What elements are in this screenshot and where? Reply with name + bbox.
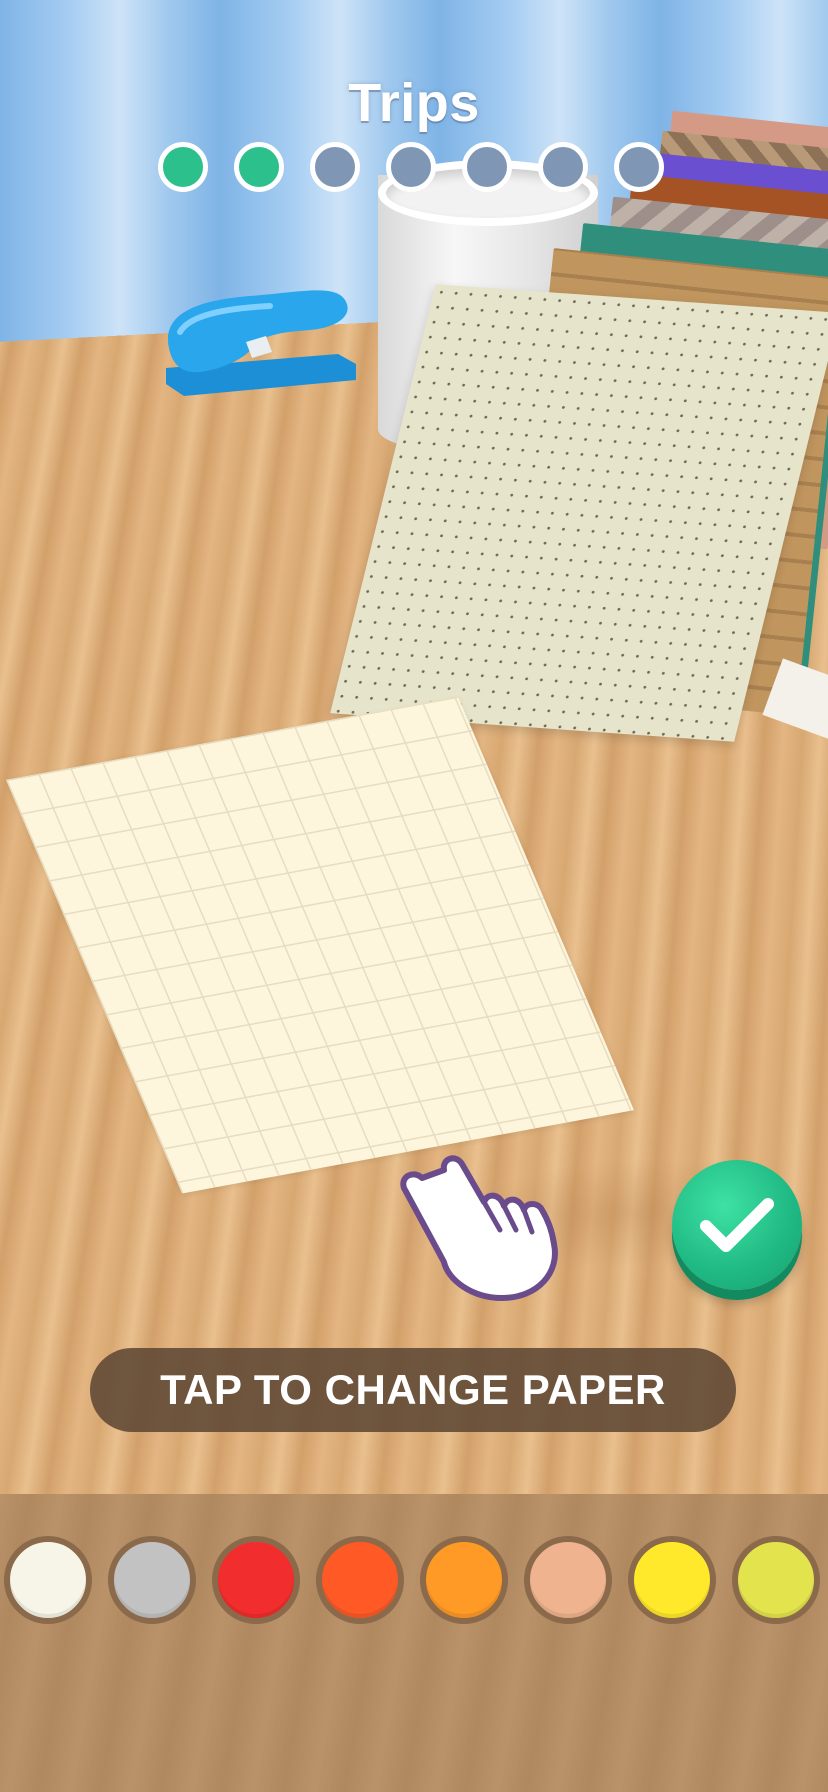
- level-progress-dot: [538, 142, 588, 192]
- level-title: Trips: [348, 73, 480, 133]
- level-progress-dot: [386, 142, 436, 192]
- color-swatch[interactable]: [316, 1536, 404, 1624]
- color-swatch[interactable]: [4, 1536, 92, 1624]
- tap-hand-icon: [400, 1155, 558, 1301]
- color-swatch-row: [4, 1536, 820, 1624]
- hole-puncher: [166, 290, 356, 396]
- color-swatch[interactable]: [524, 1536, 612, 1624]
- color-swatch[interactable]: [212, 1536, 300, 1624]
- checkmark-icon: [700, 1198, 774, 1252]
- color-swatch[interactable]: [108, 1536, 196, 1624]
- level-progress-dot: [158, 142, 208, 192]
- color-swatch[interactable]: [628, 1536, 716, 1624]
- level-progress-dot: [614, 142, 664, 192]
- color-swatch[interactable]: [420, 1536, 508, 1624]
- confirm-button[interactable]: [672, 1160, 802, 1290]
- change-paper-hint: TAP TO CHANGE PAPER: [90, 1348, 736, 1432]
- color-swatch[interactable]: [732, 1536, 820, 1624]
- level-progress-dot: [234, 142, 284, 192]
- level-progress-dot: [310, 142, 360, 192]
- level-progress: [158, 142, 664, 192]
- level-progress-dot: [462, 142, 512, 192]
